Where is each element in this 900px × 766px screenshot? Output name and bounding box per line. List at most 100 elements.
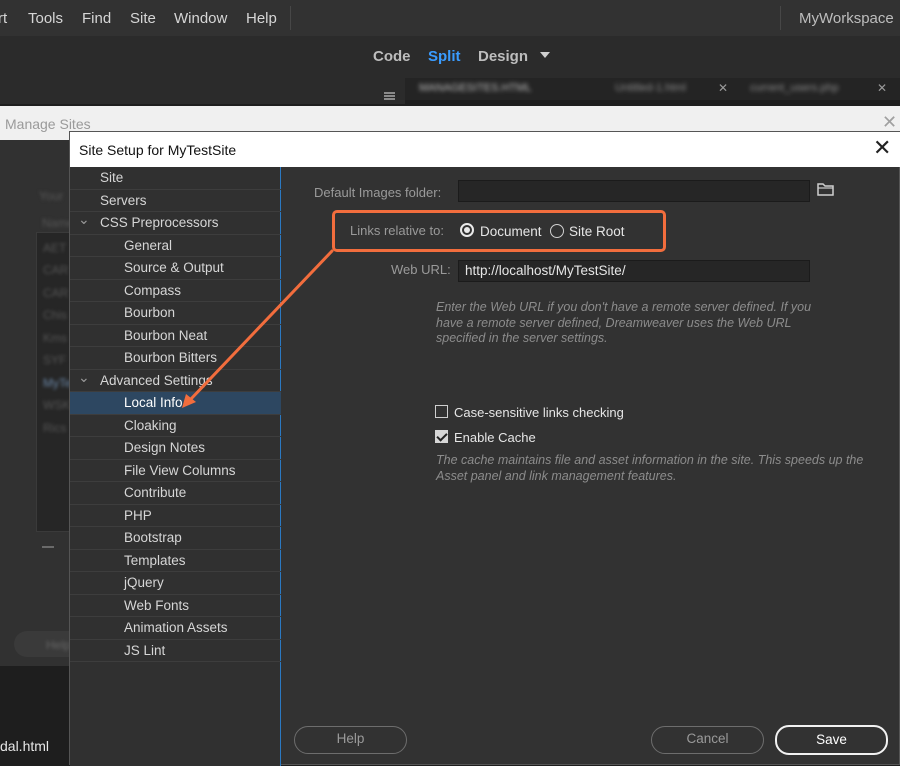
site-root-radio[interactable] <box>550 224 564 238</box>
nav-item-general[interactable]: General <box>70 235 281 257</box>
view-design-button[interactable]: Design <box>478 48 528 65</box>
nav-item-label: Site <box>100 170 124 185</box>
folder-icon[interactable] <box>817 182 835 200</box>
doc-tab-3[interactable]: current_users.php <box>750 82 839 94</box>
nav-item-templates[interactable]: Templates <box>70 550 281 572</box>
document-radio-label[interactable]: Document <box>480 224 542 239</box>
manage-sites-your-label: Your <box>39 189 64 203</box>
manage-sites-title: Manage Sites <box>5 116 91 132</box>
nav-item-site[interactable]: Site <box>70 167 281 190</box>
nav-item-bourbon-neat[interactable]: Bourbon Neat <box>70 325 281 347</box>
nav-item-advanced-settings[interactable]: ⌄ Advanced Settings <box>70 369 281 392</box>
nav-item-file-view-columns[interactable]: File View Columns <box>70 460 281 482</box>
enable-cache-label[interactable]: Enable Cache <box>454 430 536 445</box>
nav-item-label: Compass <box>124 282 182 298</box>
workspace-divider <box>780 6 781 30</box>
case-sensitive-label[interactable]: Case-sensitive links checking <box>454 405 624 420</box>
nav-item-jquery[interactable]: jQuery <box>70 572 281 595</box>
remove-site-icon[interactable] <box>42 546 54 548</box>
close-icon[interactable]: ✕ <box>718 81 728 95</box>
view-bar: Code Split Design <box>0 36 900 78</box>
doc-tab-1[interactable]: MANAGESITES.HTML <box>419 82 531 94</box>
nav-item-label: General <box>124 237 173 253</box>
menu-divider <box>290 6 291 30</box>
site-row[interactable]: CAR <box>43 286 68 300</box>
nav-item-label: Animation Assets <box>124 620 228 635</box>
nav-item-contribute[interactable]: Contribute <box>70 482 281 505</box>
menubar: rt Tools Find Site Window Help MyWorkspa… <box>0 0 900 36</box>
files-panel-header <box>0 78 405 104</box>
view-code-button[interactable]: Code <box>373 48 411 65</box>
workspace-switcher[interactable]: MyWorkspace <box>799 10 894 27</box>
nav-item-design-notes[interactable]: Design Notes <box>70 437 281 460</box>
nav-item-label: Contribute <box>124 485 187 500</box>
site-setup-dialog: Site Setup for MyTestSite ✕ Site Servers ⌄… <box>69 131 900 766</box>
cancel-button[interactable]: Cancel <box>651 726 764 754</box>
help-button[interactable]: Help <box>294 726 407 754</box>
nav-item-bourbon[interactable]: Bourbon <box>70 302 281 325</box>
nav-item-js-lint[interactable]: JS Lint <box>70 640 281 662</box>
menu-window[interactable]: Window <box>174 10 227 27</box>
nav-item-bootstrap[interactable]: Bootstrap <box>70 527 281 550</box>
menu-help[interactable]: Help <box>246 10 277 27</box>
nav-item-bourbon-bitters[interactable]: Bourbon Bitters <box>70 347 281 370</box>
nav-item-label: Cloaking <box>124 417 177 433</box>
nav-item-label: Servers <box>100 192 147 208</box>
site-row[interactable]: AET <box>43 241 66 255</box>
site-row[interactable]: Rics <box>43 421 66 435</box>
nav-item-label: Local Info <box>124 395 183 410</box>
web-url-help-text: Enter the Web URL if you don't have a re… <box>436 300 812 345</box>
case-sensitive-checkbox[interactable] <box>435 405 448 418</box>
document-radio[interactable] <box>460 223 474 237</box>
panel-menu-icon[interactable] <box>384 92 395 100</box>
nav-item-label: Web Fonts <box>124 597 190 613</box>
view-split-button[interactable]: Split <box>428 48 461 65</box>
nav-item-label: JS Lint <box>124 642 166 658</box>
nav-item-servers[interactable]: Servers <box>70 190 281 212</box>
menu-site[interactable]: Site <box>130 10 156 27</box>
nav-item-web-fonts[interactable]: Web Fonts <box>70 595 281 617</box>
menu-edit-partial[interactable]: rt <box>0 10 7 27</box>
nav-item-label: Bourbon Bitters <box>124 350 218 365</box>
nav-item-label: Bootstrap <box>124 530 182 545</box>
nav-item-label: Source & Output <box>124 260 224 275</box>
web-url-label: Web URL: <box>391 262 451 277</box>
related-file-name[interactable]: dal.html <box>0 738 49 754</box>
chevron-down-icon[interactable]: ⌄ <box>78 369 90 386</box>
nav-item-compass[interactable]: Compass <box>70 280 281 302</box>
nav-item-local-info[interactable]: Local Info <box>70 392 281 415</box>
nav-item-cloaking[interactable]: Cloaking <box>70 415 281 437</box>
save-button[interactable]: Save <box>775 725 888 755</box>
nav-item-label: PHP <box>124 507 152 523</box>
nav-item-css-preprocessors[interactable]: ⌄ CSS Preprocessors <box>70 211 281 235</box>
site-row-selected[interactable]: MyTe <box>43 376 72 390</box>
nav-item-label: Design Notes <box>124 440 206 455</box>
web-url-input[interactable]: http://localhost/MyTestSite/ <box>458 260 810 282</box>
site-row[interactable]: Kms <box>43 331 67 345</box>
chevron-down-icon[interactable]: ⌄ <box>78 211 90 228</box>
default-images-field[interactable] <box>458 180 810 202</box>
menu-find[interactable]: Find <box>82 10 111 27</box>
nav-item-label: Bourbon Neat <box>124 327 208 343</box>
close-icon[interactable]: ✕ <box>877 81 887 95</box>
site-row[interactable]: SYF <box>43 353 66 367</box>
links-relative-label: Links relative to: <box>350 223 444 238</box>
nav-item-label: Bourbon <box>124 305 176 320</box>
site-root-radio-label[interactable]: Site Root <box>569 224 625 239</box>
nav-item-php[interactable]: PHP <box>70 505 281 527</box>
close-icon[interactable]: ✕ <box>873 137 891 159</box>
chevron-down-icon[interactable] <box>540 52 550 58</box>
site-row[interactable]: Chis <box>43 308 67 322</box>
nav-item-label: Advanced Settings <box>100 372 213 388</box>
site-row[interactable]: WSK <box>43 398 70 412</box>
site-setup-nav: Site Servers ⌄ CSS Preprocessors General Sour… <box>70 167 281 766</box>
nav-item-label: CSS Preprocessors <box>100 215 219 230</box>
site-row[interactable]: CAR <box>43 263 68 277</box>
nav-item-animation-assets[interactable]: Animation Assets <box>70 617 281 640</box>
sites-list[interactable]: AET CAR CAR Chis Kms SYF MyTe WSK Rics <box>36 232 72 532</box>
doc-tab-2[interactable]: Untitled-1.html <box>615 82 686 94</box>
close-icon[interactable]: ✕ <box>882 112 897 133</box>
nav-item-source-output[interactable]: Source & Output <box>70 257 281 280</box>
menu-tools[interactable]: Tools <box>28 10 63 27</box>
enable-cache-checkbox[interactable] <box>435 430 448 443</box>
